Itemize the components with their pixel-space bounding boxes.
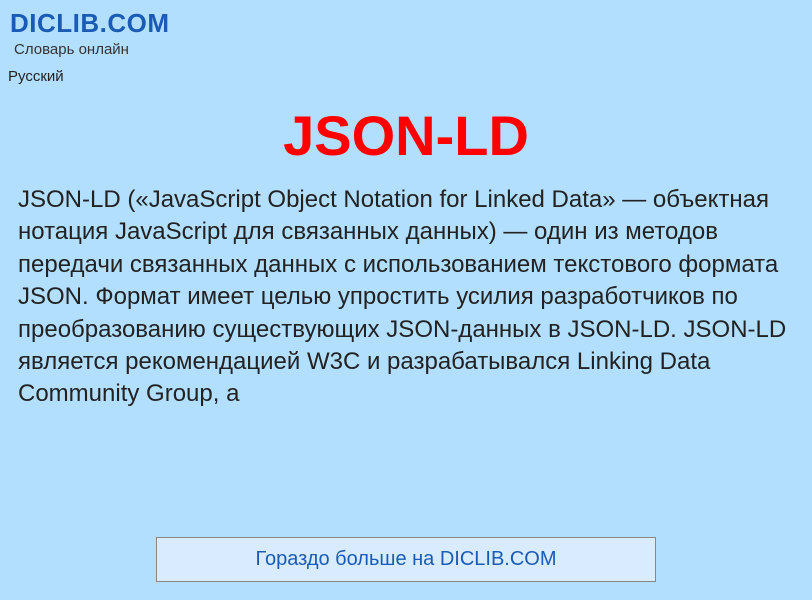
- header: DICLIB.COM Словарь онлайн: [0, 0, 812, 60]
- site-title[interactable]: DICLIB.COM: [10, 8, 802, 39]
- article-description: JSON-LD («JavaScript Object Notation for…: [0, 184, 812, 411]
- footer-link-container: Гораздо больше на DICLIB.COM: [156, 537, 656, 582]
- language-selector[interactable]: Русский: [0, 60, 812, 85]
- page-title: JSON-LD: [0, 103, 812, 168]
- more-link[interactable]: Гораздо больше на DICLIB.COM: [255, 548, 556, 570]
- language-current: Русский: [8, 68, 64, 85]
- site-subtitle: Словарь онлайн: [14, 41, 802, 58]
